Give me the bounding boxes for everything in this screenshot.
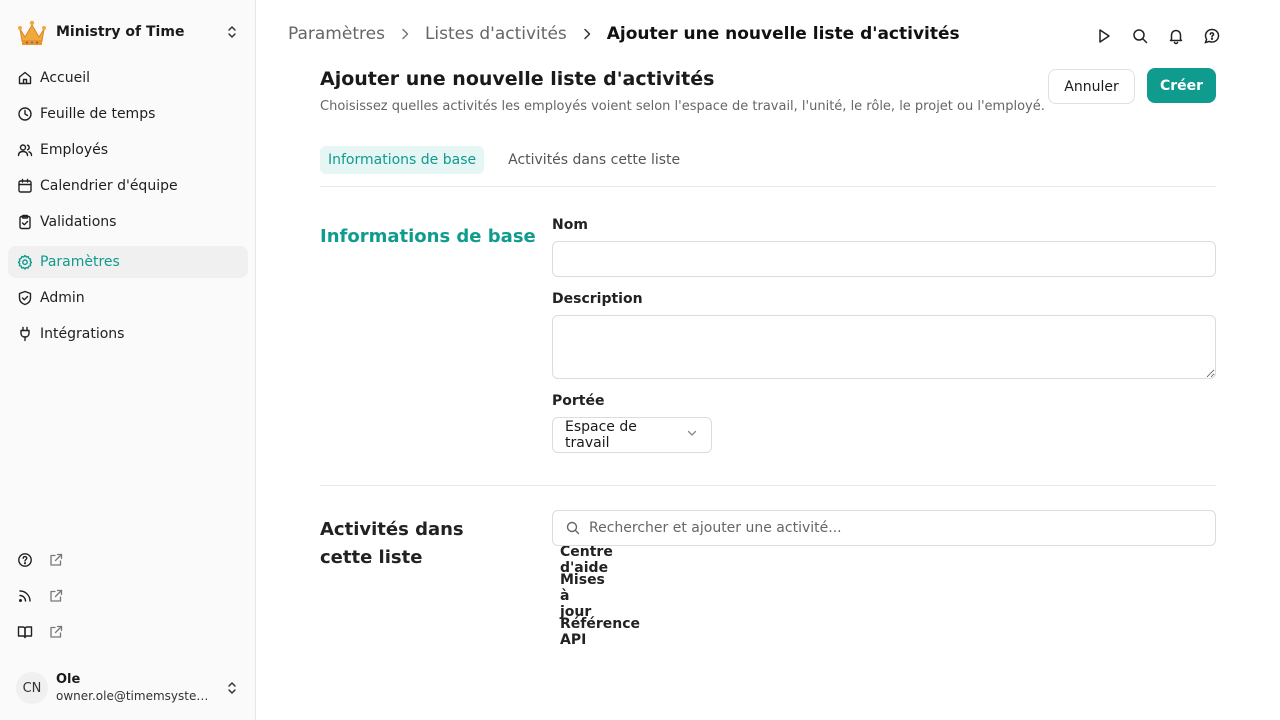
clock-icon	[17, 106, 33, 122]
help-chat-icon[interactable]	[1202, 26, 1222, 46]
user-menu[interactable]: CN Ole owner.ole@timemsystem.com	[8, 664, 248, 712]
scope-value: Espace de travail	[565, 419, 637, 451]
calendar-icon	[17, 178, 33, 194]
sidebar-item-label: Admin	[40, 290, 85, 306]
users-icon	[17, 142, 33, 158]
bell-icon[interactable]	[1166, 26, 1186, 46]
sidebar-item-employes[interactable]: Employés	[8, 134, 248, 166]
breadcrumb-parametres[interactable]: Paramètres	[288, 24, 385, 44]
breadcrumb-current: Ajouter une nouvelle liste d'activités	[606, 24, 960, 44]
tab-activites-dans-cette-liste[interactable]: Activités dans cette liste	[500, 146, 688, 174]
chevron-right-icon	[397, 26, 413, 42]
divider	[320, 485, 1216, 486]
sidebar-item-label: Validations	[40, 214, 117, 230]
cancel-button[interactable]: Annuler	[1048, 69, 1135, 104]
sidebar-item-label: Paramètres	[40, 254, 120, 270]
sidebar-item-label: Intégrations	[40, 326, 125, 342]
sidebar-item-admin[interactable]: Admin	[8, 282, 248, 314]
plug-icon	[17, 326, 33, 342]
page-title: Ajouter une nouvelle liste d'activités	[320, 68, 715, 90]
scope-select[interactable]: Espace de travail	[552, 417, 712, 453]
breadcrumb-listes-activites[interactable]: Listes d'activités	[425, 24, 567, 44]
sidebar-item-label: Accueil	[40, 70, 90, 86]
external-link-icon	[48, 624, 64, 640]
name-field[interactable]	[552, 241, 1216, 277]
sidebar-item-validations[interactable]: Validations	[8, 206, 248, 238]
main-nav: Accueil Feuille de temps Employés Calend…	[8, 62, 248, 354]
tab-informations-de-base[interactable]: Informations de base	[320, 146, 485, 174]
sidebar-item-label: Calendrier d'équipe	[40, 178, 178, 194]
gear-icon	[17, 254, 33, 270]
sidebar-item-reference-api[interactable]: Référence API	[8, 616, 640, 648]
description-label: Description	[552, 291, 643, 307]
sidebar-item-label: Référence API	[560, 616, 641, 648]
book-icon	[17, 624, 33, 640]
sidebar-item-parametres[interactable]: Paramètres	[8, 246, 248, 278]
user-email: owner.ole@timemsystem.com	[56, 689, 216, 703]
shield-icon	[17, 290, 33, 306]
page-subtitle: Choisissez quelles activités les employé…	[320, 99, 1045, 114]
user-info: Ole owner.ole@timemsystem.com	[56, 672, 224, 704]
search-icon[interactable]	[1130, 26, 1150, 46]
activity-search-input[interactable]: Rechercher et ajouter une activité...	[552, 510, 1216, 546]
sidebar-item-label: Feuille de temps	[40, 106, 156, 122]
section-tabs: Informations de base Activités dans cett…	[320, 146, 688, 174]
create-button[interactable]: Créer	[1147, 68, 1216, 103]
search-placeholder: Rechercher et ajouter une activité...	[589, 520, 842, 536]
home-icon	[17, 70, 33, 86]
sidebar-item-label: Mises à jour	[560, 572, 605, 620]
play-icon[interactable]	[1094, 26, 1114, 46]
section-title-basic-info: Informations de base	[320, 226, 536, 247]
top-toolbar	[1094, 26, 1238, 46]
rss-icon	[17, 588, 33, 604]
user-name: Ole	[56, 672, 81, 687]
sidebar-item-centre-aide[interactable]: Centre d'aide	[8, 544, 613, 576]
avatar: CN	[16, 672, 48, 704]
external-link-icon	[48, 588, 64, 604]
sidebar-item-label: Employés	[40, 142, 109, 158]
sidebar-item-calendrier[interactable]: Calendrier d'équipe	[8, 170, 248, 202]
description-field[interactable]	[552, 315, 1216, 379]
secondary-nav: Centre d'aide Mises à jour Référence API	[8, 544, 640, 652]
sidebar: Ministry of Time Accueil Feuille de temp…	[0, 0, 640, 720]
chevrons-up-down-icon	[224, 680, 240, 696]
scope-label: Portée	[552, 393, 605, 409]
help-circle-icon	[17, 552, 33, 568]
breadcrumb: Paramètres Listes d'activités Ajouter un…	[288, 22, 960, 46]
clipboard-check-icon	[17, 214, 33, 230]
section-title-activities: Activités dans cette liste	[320, 519, 464, 568]
crown-logo-icon	[16, 16, 48, 48]
org-switcher[interactable]: Ministry of Time	[8, 14, 248, 50]
sidebar-item-integrations[interactable]: Intégrations	[8, 318, 248, 350]
search-icon	[565, 520, 581, 536]
divider	[320, 186, 1216, 187]
chevron-right-icon	[579, 26, 595, 42]
org-name: Ministry of Time	[56, 24, 185, 40]
external-link-icon	[48, 552, 64, 568]
chevrons-up-down-icon	[224, 24, 240, 40]
sidebar-item-mises-a-jour[interactable]: Mises à jour	[8, 572, 605, 620]
name-label: Nom	[552, 217, 588, 233]
sidebar-item-feuille-de-temps[interactable]: Feuille de temps	[8, 98, 248, 130]
chevron-down-icon	[685, 426, 699, 444]
sidebar-item-accueil[interactable]: Accueil	[8, 62, 248, 94]
